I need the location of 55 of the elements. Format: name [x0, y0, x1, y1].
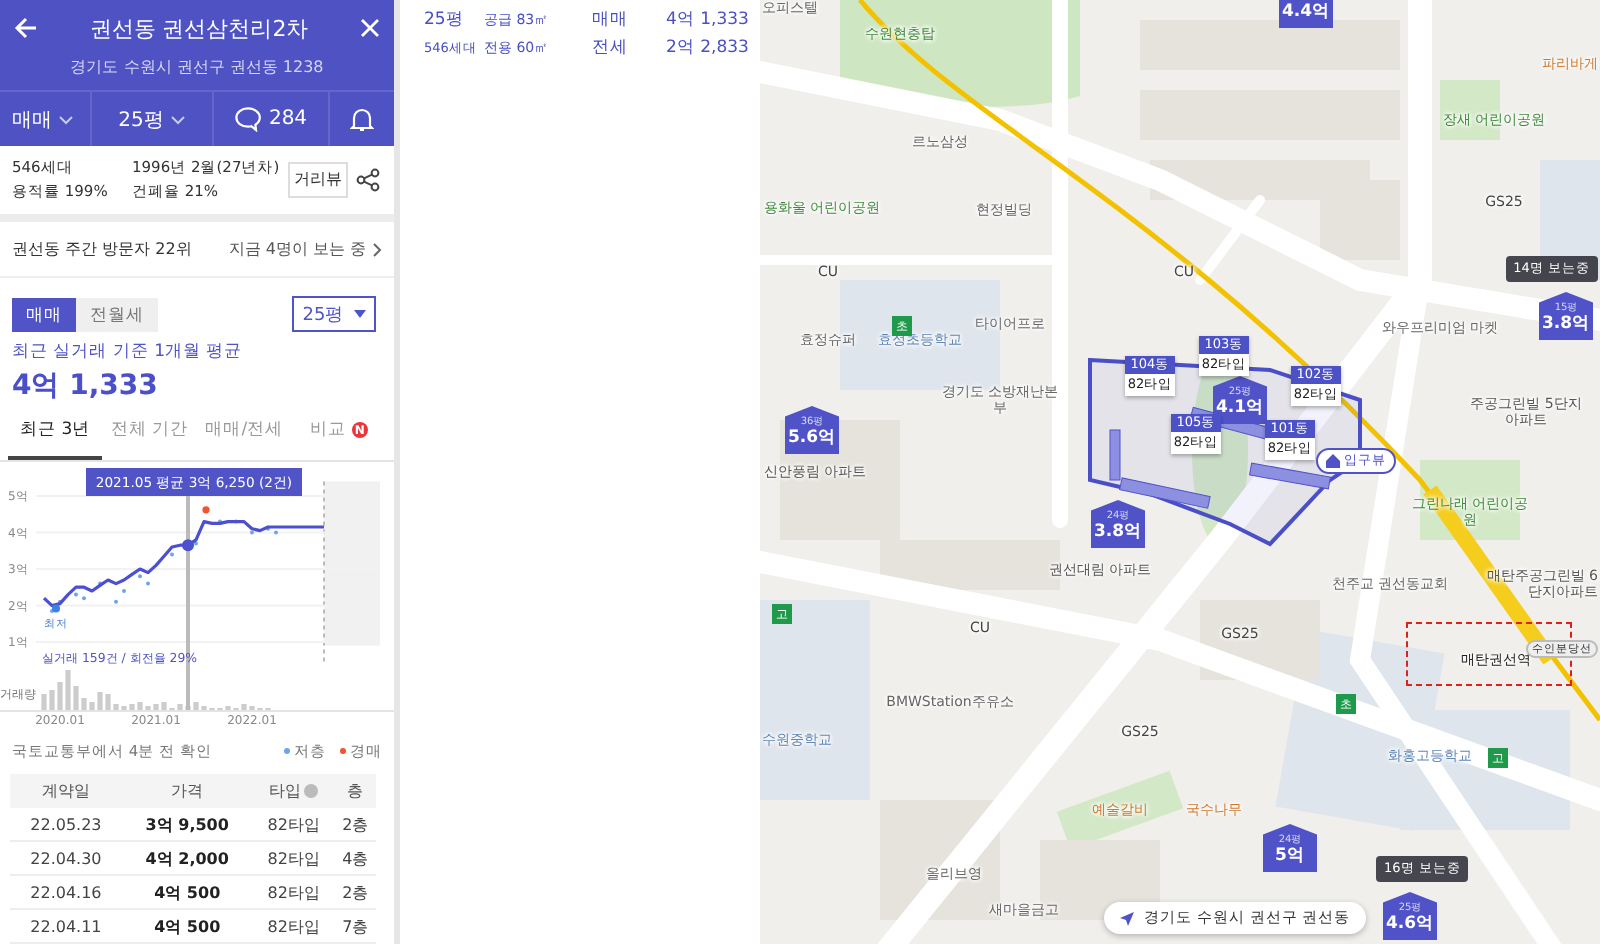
table-cell: 7층 — [334, 909, 376, 943]
table-cell: 22.05.23 — [10, 808, 122, 841]
size-text: 25평 — [424, 8, 466, 32]
table-cell: 82타입 — [252, 875, 335, 909]
deal-toggle-button[interactable]: 매매 — [12, 298, 76, 332]
chevron-right-icon — [372, 241, 382, 257]
price-text: 4억 1,333 — [666, 8, 751, 32]
address-text: 경기도 수원시 권선구 권선동 1238 — [70, 56, 324, 78]
house-icon — [1326, 454, 1340, 468]
cursor-dot — [182, 539, 194, 552]
period-tab[interactable]: 최근 3년 — [8, 404, 103, 460]
caret-down-icon — [169, 113, 186, 125]
comments-button[interactable]: 284 — [214, 92, 330, 146]
bell-icon[interactable] — [350, 106, 374, 132]
size-dropdown[interactable]: 25평 — [92, 92, 214, 146]
deal-type-text: 전세 — [592, 36, 630, 60]
size-select[interactable]: 25평 — [292, 296, 376, 332]
price-marker[interactable]: 4.4억 — [1279, 0, 1333, 28]
caret-down-icon — [353, 310, 366, 318]
table-cell: 22.04.16 — [10, 875, 122, 909]
table-cell: 4억 500 — [121, 875, 253, 909]
speech-bubble-icon — [234, 106, 263, 132]
table-cell: 22.04.11 — [10, 909, 122, 943]
average-price: 4억 1,333 — [12, 368, 160, 404]
share-icon[interactable] — [356, 168, 380, 192]
column-header-text: 타입 — [268, 780, 301, 802]
page-title: 권선동 권선삼천리2차 — [89, 13, 309, 43]
back-arrow-icon[interactable] — [14, 16, 38, 40]
navigation-arrow-icon — [1120, 911, 1134, 925]
deal-type-text: 매매 — [592, 8, 630, 32]
column-header: 가격 — [121, 774, 253, 808]
table-cell: 82타입 — [252, 841, 335, 875]
table-cell: 4억 500 — [121, 909, 253, 943]
help-icon — [304, 784, 319, 798]
table-cell: 2층 — [334, 808, 376, 841]
average-caption: 최근 실거래 기준 1개월 평균 — [12, 340, 245, 364]
deal-type-dropdown[interactable]: 매매 — [0, 92, 92, 146]
table-cell: 4억 2,000 — [121, 841, 253, 875]
minimum-dot — [52, 604, 60, 613]
column-header: 계약일 — [10, 774, 122, 808]
close-icon[interactable] — [360, 18, 380, 38]
table-cell: 3억 9,500 — [121, 808, 253, 841]
deal-toggle-button[interactable]: 전월세 — [76, 298, 158, 332]
table-cell: 22.04.30 — [10, 841, 122, 875]
column-header: 층 — [334, 774, 376, 808]
price-text: 2억 2,833 — [666, 36, 751, 60]
table-cell: 4층 — [334, 841, 376, 875]
auction-dot — [202, 506, 210, 514]
viewers-link[interactable]: 지금 4명이 보는 중 — [228, 238, 382, 260]
caret-down-icon — [58, 113, 74, 125]
visitor-rank-text: 권선동 주간 방문자 22위 — [12, 238, 192, 260]
table-cell: 82타입 — [252, 909, 335, 943]
table-cell: 82타입 — [252, 808, 335, 841]
street-view-button[interactable]: 거리뷰 — [288, 162, 348, 198]
table-cell: 2층 — [334, 875, 376, 909]
